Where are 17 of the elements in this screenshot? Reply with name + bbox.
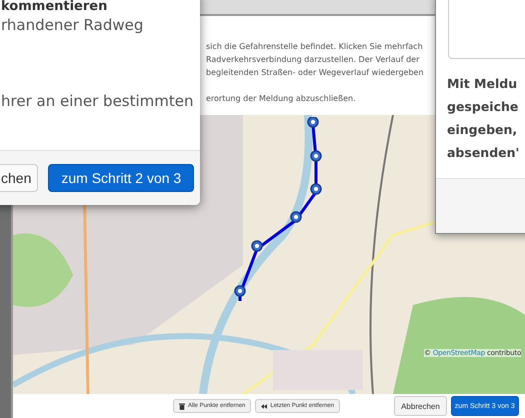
dialog-text: gespeiche	[447, 98, 520, 116]
trash-icon	[179, 402, 185, 410]
dialog-text: rhandener Radweg	[1, 15, 144, 36]
cancel-button[interactable]: Abbrechen	[394, 396, 447, 416]
instruction-text: erortung der Meldung abzuschließen.	[206, 93, 357, 105]
dialog-text: eingeben,	[447, 121, 518, 139]
instruction-text: begleitenden Straßen- oder Wegeverlauf wiedergeben	[206, 67, 425, 79]
cancel-button[interactable]: chen	[0, 164, 38, 192]
dialog-title: kommentieren	[1, 0, 108, 14]
rewind-icon	[261, 402, 268, 410]
instruction-text: Radverkehrsverbindung darzustellen. Der Verlauf der	[206, 54, 420, 66]
next-step-button[interactable]: zum Schritt 2 von 3	[48, 164, 194, 192]
comment-field[interactable]	[448, 0, 525, 59]
instruction-text: sich die Gefahrenstelle befindet. Klicken Sie mehrfach	[206, 41, 424, 53]
dialog-text: hrer an einer bestimmten	[1, 91, 194, 112]
dialog-text: absenden'	[447, 144, 520, 162]
dialog-text: Mit Meldu	[447, 75, 518, 93]
